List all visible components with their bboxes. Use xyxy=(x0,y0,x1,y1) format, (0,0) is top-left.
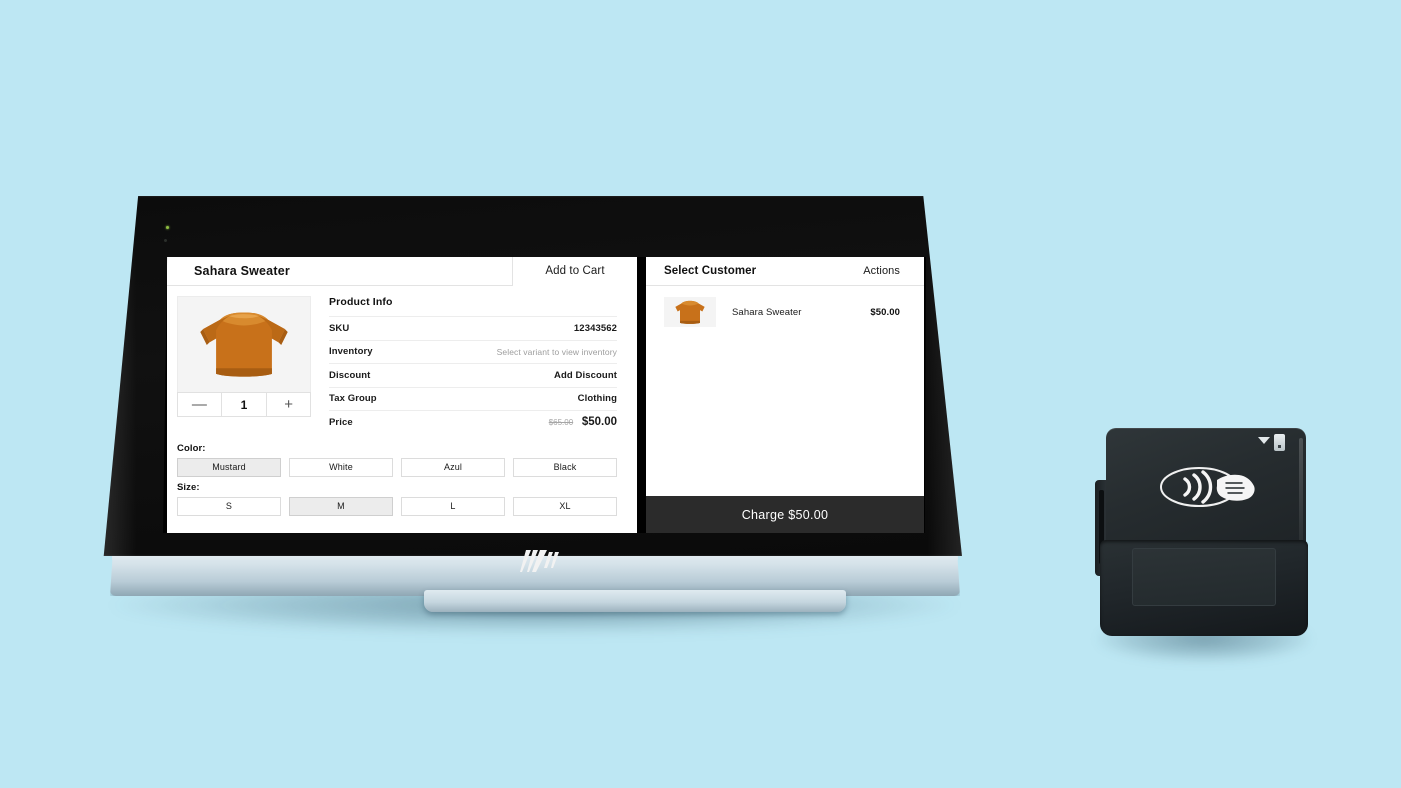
info-row-discount: Discount Add Discount xyxy=(329,363,617,387)
scene: Sahara Sweater Add to Cart — 1 + Product… xyxy=(0,0,1401,788)
add-discount-button[interactable]: Add Discount xyxy=(554,370,617,381)
pos-application-screen: Sahara Sweater Add to Cart — 1 + Product… xyxy=(163,257,926,533)
hp-logo-icon xyxy=(520,548,564,574)
status-led-indicator xyxy=(166,226,169,229)
quantity-stepper[interactable]: — 1 + xyxy=(177,392,311,417)
price-current: $50.00 xyxy=(581,416,617,429)
info-key-tax-group: Tax Group xyxy=(329,393,377,405)
info-value-inventory: Select variant to view inventory xyxy=(496,346,617,357)
color-option-white[interactable]: White xyxy=(289,457,393,477)
info-key-price: Price xyxy=(329,416,353,428)
color-option-mustard[interactable]: Mustard xyxy=(177,457,281,477)
info-key-inventory: Inventory xyxy=(329,346,373,358)
product-info-heading: Product Info xyxy=(329,296,393,308)
reader-orientation-marker-icon xyxy=(1258,437,1270,444)
info-value-sku: 12343562 xyxy=(573,322,617,334)
cart-panel: Select Customer Actions Sahara Sweater $… xyxy=(646,257,924,533)
cart-item-thumbnail xyxy=(664,297,716,327)
info-row-sku: SKU 12343562 xyxy=(329,316,617,340)
size-label: Size: xyxy=(177,481,200,493)
size-option-xl[interactable]: XL xyxy=(513,496,617,516)
quantity-value[interactable]: 1 xyxy=(220,393,268,416)
reader-status-button[interactable] xyxy=(1274,434,1285,451)
terminal-stand-foot xyxy=(424,590,846,612)
cart-line-item[interactable]: Sahara Sweater $50.00 xyxy=(646,295,924,329)
quantity-increment-button[interactable]: + xyxy=(267,393,310,416)
price-original: $65.00 xyxy=(548,418,574,428)
cart-item-list: Sahara Sweater $50.00 xyxy=(646,286,924,496)
reader-status-dot-icon xyxy=(1278,445,1281,448)
product-image xyxy=(177,296,311,392)
charge-button[interactable]: Charge $50.00 xyxy=(646,496,924,533)
info-row-price: Price $65.00 $50.00 xyxy=(329,410,617,434)
color-option-azul[interactable]: Azul xyxy=(401,457,505,477)
camera-lens-icon xyxy=(164,239,167,242)
size-option-m[interactable]: M xyxy=(289,496,393,516)
color-label: Color: xyxy=(177,442,206,454)
info-key-discount: Discount xyxy=(329,369,371,381)
price-values: $65.00 $50.00 xyxy=(549,416,617,428)
product-body: — 1 + Product Info SKU 12343562 Inventor… xyxy=(167,286,637,434)
info-row-tax-group: Tax Group Clothing xyxy=(329,386,617,411)
select-customer-button[interactable]: Select Customer xyxy=(664,265,756,277)
product-detail-panel: Sahara Sweater Add to Cart — 1 + Product… xyxy=(167,257,637,533)
color-option-row: Mustard White Azul Black xyxy=(177,457,617,477)
quantity-decrement-button[interactable]: — xyxy=(178,393,221,416)
info-row-inventory: Inventory Select variant to view invento… xyxy=(329,339,617,364)
product-info-column: Product Info SKU 12343562 Inventory Sele… xyxy=(311,296,617,434)
cart-item-name: Sahara Sweater xyxy=(732,306,802,318)
product-top-bar: Sahara Sweater Add to Cart xyxy=(167,257,637,286)
product-image-column: — 1 + xyxy=(177,296,311,434)
contactless-nfc-icon xyxy=(1147,460,1265,514)
cart-top-bar: Select Customer Actions xyxy=(646,257,924,286)
size-option-row: S M L XL xyxy=(177,496,617,516)
variant-selectors: Color: Mustard White Azul Black Size: S … xyxy=(167,434,637,516)
info-key-sku: SKU xyxy=(329,322,350,334)
contactless-card-reader xyxy=(1092,424,1316,662)
color-option-black[interactable]: Black xyxy=(513,457,617,477)
info-value-tax-group: Clothing xyxy=(577,393,617,405)
product-title: Sahara Sweater xyxy=(194,264,290,278)
size-option-l[interactable]: L xyxy=(401,496,505,516)
actions-button[interactable]: Actions xyxy=(863,265,900,277)
size-option-s[interactable]: S xyxy=(177,496,281,516)
cart-item-price: $50.00 xyxy=(870,306,900,318)
add-to-cart-button[interactable]: Add to Cart xyxy=(512,257,637,286)
reader-card-plate xyxy=(1132,548,1276,606)
